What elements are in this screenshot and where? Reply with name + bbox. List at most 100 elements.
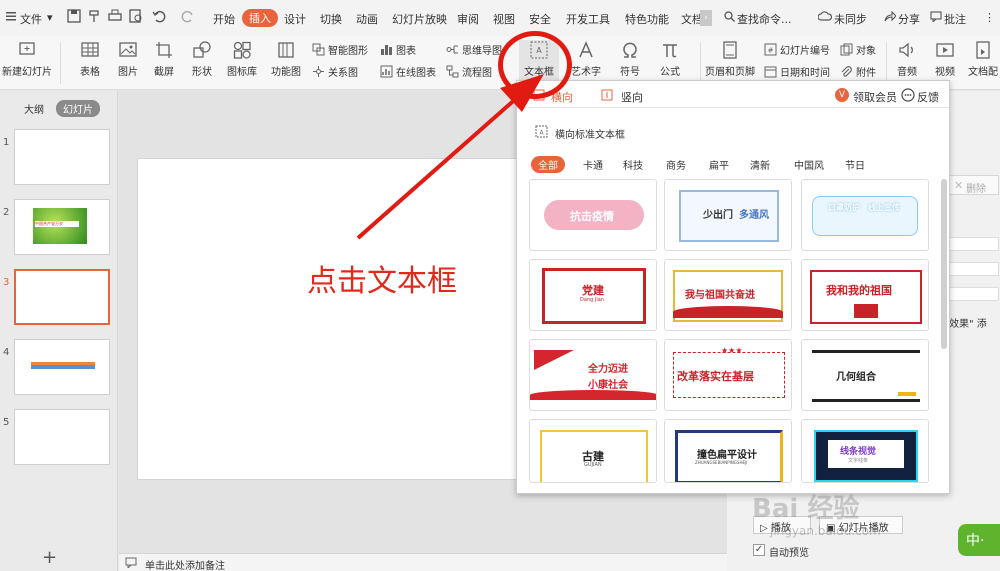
shape-icon xyxy=(193,41,211,58)
new-slide-button[interactable]: 新建幻灯片 xyxy=(0,40,54,78)
template-card[interactable]: 少出门 多通风 xyxy=(664,179,792,251)
tab-developer[interactable]: 开发工具 xyxy=(566,11,610,27)
smart-shape-icon xyxy=(312,43,325,56)
slides-panel: 大纲 幻灯片 1 2 中国共产党万岁 3 4 5 + xyxy=(0,91,118,571)
effect-dropdown[interactable] xyxy=(949,262,999,276)
art-text-icon xyxy=(579,41,593,58)
category-cartoon[interactable]: 卡通 xyxy=(583,157,603,172)
category-festival[interactable]: 节日 xyxy=(845,157,865,172)
screenshot-button[interactable]: 截屏 xyxy=(146,40,182,78)
template-card[interactable]: 几何组合 xyxy=(801,339,929,411)
feedback-link[interactable]: 反馈 xyxy=(917,89,939,105)
tab-slideshow[interactable]: 幻灯片放映 xyxy=(392,11,447,27)
save-icon[interactable] xyxy=(67,9,81,26)
doc-match-button[interactable]: 文档配 xyxy=(966,40,1000,78)
delete-button[interactable]: ✕ 删除 xyxy=(949,175,999,195)
file-menu[interactable]: 文件 xyxy=(20,11,42,27)
slide-thumbnail-2[interactable]: 中国共产党万岁 xyxy=(14,199,110,255)
ime-indicator[interactable]: 中· xyxy=(958,524,1000,556)
speaker-icon xyxy=(899,42,913,58)
share-button[interactable]: 分享 xyxy=(898,11,920,27)
category-fresh[interactable]: 清新 xyxy=(750,157,770,172)
format-painter-icon[interactable] xyxy=(88,9,102,26)
print-preview-icon[interactable] xyxy=(129,9,143,26)
slide-thumbnail-1[interactable] xyxy=(14,129,110,185)
tab-outline[interactable]: 大纲 xyxy=(24,101,44,116)
slide-thumbnail-3[interactable] xyxy=(14,269,110,325)
effect-dropdown[interactable] xyxy=(949,287,999,301)
chart-button[interactable]: 图表 xyxy=(380,42,416,57)
tab-home[interactable]: 开始 xyxy=(213,11,235,27)
tab-security[interactable]: 安全 xyxy=(529,11,551,27)
tab-animation[interactable]: 动画 xyxy=(356,11,378,27)
template-card[interactable]: 全力迈进 小康社会 xyxy=(529,339,657,411)
template-card[interactable]: 撞色扁平设计 ZHUANGSEBIANPINGSHEJI xyxy=(664,419,792,483)
textbox-dropdown: 横向 竖向 V 领取会员 反馈 A 横向标准文本框 全部 卡通 科技 商务 扁平… xyxy=(516,80,950,494)
effect-dropdown[interactable] xyxy=(949,237,999,251)
standard-textbox-option[interactable]: 横向标准文本框 xyxy=(555,126,625,141)
smart-shape-button[interactable]: 智能图形 xyxy=(312,42,368,57)
chevron-down-icon[interactable]: ▾ xyxy=(47,11,53,24)
template-card[interactable]: 我和我的祖国 xyxy=(801,259,929,331)
template-card[interactable]: 线条视觉 文字线条 xyxy=(801,419,929,483)
template-card[interactable]: 古建 GUJIAN xyxy=(529,419,657,483)
slide-thumbnail-4[interactable] xyxy=(14,339,110,395)
tab-vertical[interactable]: 竖向 xyxy=(621,89,643,105)
mind-map-button[interactable]: 思维导图 xyxy=(446,42,502,57)
category-business[interactable]: 商务 xyxy=(666,157,686,172)
dropdown-scrollbar[interactable] xyxy=(941,179,947,349)
star-icon: ★★★ xyxy=(721,346,743,355)
video-button[interactable]: 视频 xyxy=(928,40,962,78)
table-icon xyxy=(81,42,99,57)
image-button[interactable]: 图片 xyxy=(110,40,146,78)
function-chart-icon xyxy=(278,42,294,58)
tab-review[interactable]: 审阅 xyxy=(457,11,479,27)
tab-transition[interactable]: 切换 xyxy=(320,11,342,27)
auto-preview-label: 自动预览 xyxy=(769,548,809,559)
audio-button[interactable]: 音频 xyxy=(890,40,924,78)
function-chart-button[interactable]: 功能图 xyxy=(264,40,308,78)
tab-view[interactable]: 视图 xyxy=(493,11,515,27)
template-card[interactable]: 口罩防护 线上宣传 xyxy=(801,179,929,251)
template-card[interactable]: 党建 Dang Jian xyxy=(529,259,657,331)
category-tech[interactable]: 科技 xyxy=(623,157,643,172)
tab-slides[interactable]: 幻灯片 xyxy=(56,100,100,117)
slide-annotation-text: 点击文本框 xyxy=(307,264,457,299)
formula-button[interactable]: 公式 xyxy=(652,40,688,78)
template-card[interactable]: 我与祖国共奋进 xyxy=(664,259,792,331)
chevron-right-icon[interactable]: › xyxy=(700,10,712,26)
header-footer-button[interactable]: 页眉和页脚 xyxy=(704,40,756,78)
hamburger-icon[interactable] xyxy=(6,11,16,21)
undo-icon[interactable] xyxy=(152,9,166,26)
menu-bar: 文件 ▾ 开始 插入 设计 切换 动画 幻灯片放映 审阅 视图 安全 开发工具 … xyxy=(0,0,1000,36)
datetime-button[interactable]: 日期和时间 xyxy=(764,64,830,79)
object-button[interactable]: 对象 xyxy=(840,42,876,57)
search-command[interactable]: 查找命令... xyxy=(737,11,792,27)
add-slide-button[interactable]: + xyxy=(42,547,57,568)
table-button[interactable]: 表格 xyxy=(72,40,108,78)
template-card[interactable]: ★★★ 改革落实在基层 xyxy=(664,339,792,411)
art-text-button[interactable]: 艺术字 xyxy=(566,40,606,78)
slide-number-button[interactable]: # 幻灯片编号 xyxy=(764,42,830,57)
attachment-button[interactable]: 附件 xyxy=(840,64,876,79)
tab-special[interactable]: 特色功能 xyxy=(625,11,669,27)
shape-button[interactable]: 形状 xyxy=(184,40,220,78)
print-icon[interactable] xyxy=(108,9,122,26)
comment-button[interactable]: 批注 xyxy=(944,11,966,27)
notes-placeholder[interactable]: 单击此处添加备注 xyxy=(145,557,225,571)
more-icon[interactable]: ⋮ xyxy=(984,11,995,24)
object-icon xyxy=(840,43,853,56)
vip-link[interactable]: 领取会员 xyxy=(853,89,897,105)
symbol-button[interactable]: 符号 xyxy=(612,40,648,78)
redo-icon[interactable] xyxy=(181,9,195,26)
slide-thumbnail-5[interactable] xyxy=(14,409,110,465)
category-chinese[interactable]: 中国风 xyxy=(794,157,824,172)
slide-number: 5 xyxy=(3,417,10,428)
icon-library-button[interactable]: 图标库 xyxy=(224,40,260,78)
category-flat[interactable]: 扁平 xyxy=(709,157,729,172)
tab-insert[interactable]: 插入 xyxy=(242,9,278,27)
slide-number: 4 xyxy=(3,347,10,358)
tab-design[interactable]: 设计 xyxy=(284,11,306,27)
sync-status[interactable]: 未同步 xyxy=(834,11,867,27)
auto-preview-checkbox[interactable]: ✓ xyxy=(753,544,765,556)
